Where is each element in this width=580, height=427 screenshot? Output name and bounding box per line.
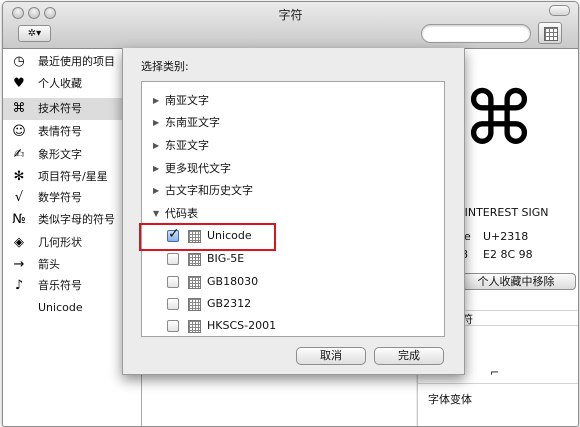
sidebar-item-label: 技术符号	[38, 102, 82, 115]
sidebar-item-label: 几何形状	[38, 236, 82, 249]
sidebar-item-label: 音乐符号	[38, 279, 82, 292]
category-list[interactable]: ▶ 南亚文字 ▶ 东南亚文字 ▶ 东亚文字 ▶ 更多现代文字 ▶ 古文字和历史文…	[141, 81, 445, 337]
sidebar-item-label: 箭头	[38, 258, 60, 271]
code-table-item-gb18030[interactable]: GB18030	[142, 271, 444, 293]
title-bar: 字符 ✲▾	[3, 2, 578, 49]
music-note-icon: ♪	[14, 278, 24, 293]
code-table-icon	[188, 320, 201, 333]
disclosure-triangle-expanded-icon[interactable]: ▼	[153, 203, 159, 225]
font-variants-header: 字体变体	[428, 393, 472, 406]
sidebar-item-recent[interactable]: ◷ 最近使用的项目	[3, 51, 141, 73]
character-viewer-window: 字符 ✲▾ ◷ 最近使用的项目 ♥ 个人收藏 ⌘ 技术符号 ☺ 表情符号 ✍ 象…	[2, 1, 579, 427]
code-table-item-big5e[interactable]: BIG-5E	[142, 248, 444, 270]
sidebar-item-label: 类似字母的符号	[38, 213, 115, 226]
character-palette-button[interactable]	[538, 22, 562, 44]
sidebar-item-unicode[interactable]: Unicode	[3, 297, 141, 319]
sidebar-item-label: 最近使用的项目	[38, 55, 115, 68]
sidebar-item-label: 个人收藏	[38, 77, 82, 90]
sidebar-item-pictographs[interactable]: ✍ 象形文字	[3, 144, 141, 166]
code-table-label: GB2312	[207, 297, 252, 310]
list-item-label: 东亚文字	[165, 139, 209, 152]
gb18030-checkbox[interactable]	[167, 276, 179, 288]
cancel-button[interactable]: 取消	[296, 347, 366, 365]
selected-character-preview: ⌘	[462, 76, 536, 162]
window-title: 字符	[278, 8, 303, 22]
gear-menu-button[interactable]: ✲▾	[18, 25, 51, 42]
list-item-historic-scripts[interactable]: ▶ 古文字和历史文字	[142, 180, 444, 202]
pictograph-icon: ✍	[13, 147, 25, 162]
numero-icon: №	[12, 212, 26, 227]
code-table-label: HKSCS-2001	[207, 319, 277, 332]
code-table-icon	[188, 253, 201, 266]
diamond-icon: ◈	[14, 235, 24, 250]
list-item-label: 南亚文字	[165, 94, 209, 107]
disclosure-triangle-icon[interactable]: ▶	[153, 180, 159, 202]
sidebar-item-label: 项目符号/星星	[38, 170, 108, 183]
big5e-checkbox[interactable]	[167, 253, 179, 265]
list-item-more-modern-scripts[interactable]: ▶ 更多现代文字	[142, 158, 444, 180]
smiley-icon: ☺	[12, 124, 26, 139]
unicode-highlight-box	[139, 223, 276, 251]
palette-grid-icon	[544, 27, 558, 41]
list-item-label: 东南亚文字	[165, 116, 220, 129]
sidebar-item-label: 象形文字	[38, 148, 82, 161]
sidebar-item-label: 表情符号	[38, 125, 82, 138]
code-table-icon	[188, 276, 201, 289]
done-button[interactable]: 完成	[374, 347, 444, 365]
related-character-glyph: ⌐	[490, 366, 500, 379]
disclosure-triangle-icon[interactable]: ▶	[153, 158, 159, 180]
sidebar-item-label: Unicode	[38, 301, 83, 314]
sidebar-item-technical-symbols[interactable]: ⌘ 技术符号	[3, 98, 141, 120]
list-item-label: 代码表	[165, 207, 198, 220]
gb2312-checkbox[interactable]	[167, 298, 179, 310]
toolbar-toggle-button[interactable]	[549, 5, 570, 16]
remove-from-favorites-button[interactable]: 个人收藏中移除	[456, 273, 576, 290]
arrow-right-icon: →	[13, 257, 25, 272]
sidebar-item-arrows[interactable]: → 箭头	[3, 254, 141, 276]
gear-icon: ✲▾	[27, 28, 42, 39]
sidebar-item-label: 数学符号	[38, 191, 82, 204]
sidebar-item-music-symbols[interactable]: ♪ 音乐符号	[3, 275, 141, 297]
code-table-label: GB18030	[207, 275, 259, 288]
code-table-icon	[188, 298, 201, 311]
command-key-icon: ⌘	[12, 101, 26, 116]
sidebar-item-letterlike-symbols[interactable]: № 类似字母的符号	[3, 209, 141, 231]
unicode-value: U+2318	[483, 230, 529, 243]
divider	[418, 383, 578, 384]
hkscs-checkbox[interactable]	[167, 320, 179, 332]
clock-icon: ◷	[13, 54, 25, 69]
square-root-icon: √	[14, 190, 24, 205]
heart-icon: ♥	[13, 76, 25, 91]
search-field[interactable]	[421, 24, 531, 43]
list-item-code-tables[interactable]: ▼ 代码表	[142, 203, 444, 225]
sheet-label: 选择类别:	[141, 60, 189, 73]
code-table-item-hkscs[interactable]: HKSCS-2001	[142, 315, 444, 336]
category-selection-sheet: 选择类别: ▶ 南亚文字 ▶ 东南亚文字 ▶ 东亚文字 ▶ 更多现代文字 ▶ 古…	[122, 48, 465, 375]
utf8-value: E2 8C 98	[483, 248, 533, 261]
code-table-label: BIG-5E	[207, 252, 245, 265]
sidebar-item-math-symbols[interactable]: √ 数学符号	[3, 187, 141, 209]
asterisk-icon: ✻	[13, 169, 25, 184]
sidebar-item-emoji[interactable]: ☺ 表情符号	[3, 121, 141, 143]
disclosure-triangle-icon[interactable]: ▶	[153, 135, 159, 157]
list-item-label: 更多现代文字	[165, 162, 231, 175]
list-item-southeast-asian[interactable]: ▶ 东南亚文字	[142, 112, 444, 134]
disclosure-triangle-icon[interactable]: ▶	[153, 112, 159, 134]
sidebar-item-bullets-stars[interactable]: ✻ 项目符号/星星	[3, 166, 141, 188]
sidebar-item-favorites[interactable]: ♥ 个人收藏	[3, 73, 141, 95]
disclosure-triangle-icon[interactable]: ▶	[153, 90, 159, 112]
sidebar-item-geometric-shapes[interactable]: ◈ 几何形状	[3, 232, 141, 254]
list-item-east-asian[interactable]: ▶ 东亚文字	[142, 135, 444, 157]
code-table-item-gb2312[interactable]: GB2312	[142, 293, 444, 315]
list-item-south-asian[interactable]: ▶ 南亚文字	[142, 90, 444, 112]
list-item-label: 古文字和历史文字	[165, 184, 253, 197]
